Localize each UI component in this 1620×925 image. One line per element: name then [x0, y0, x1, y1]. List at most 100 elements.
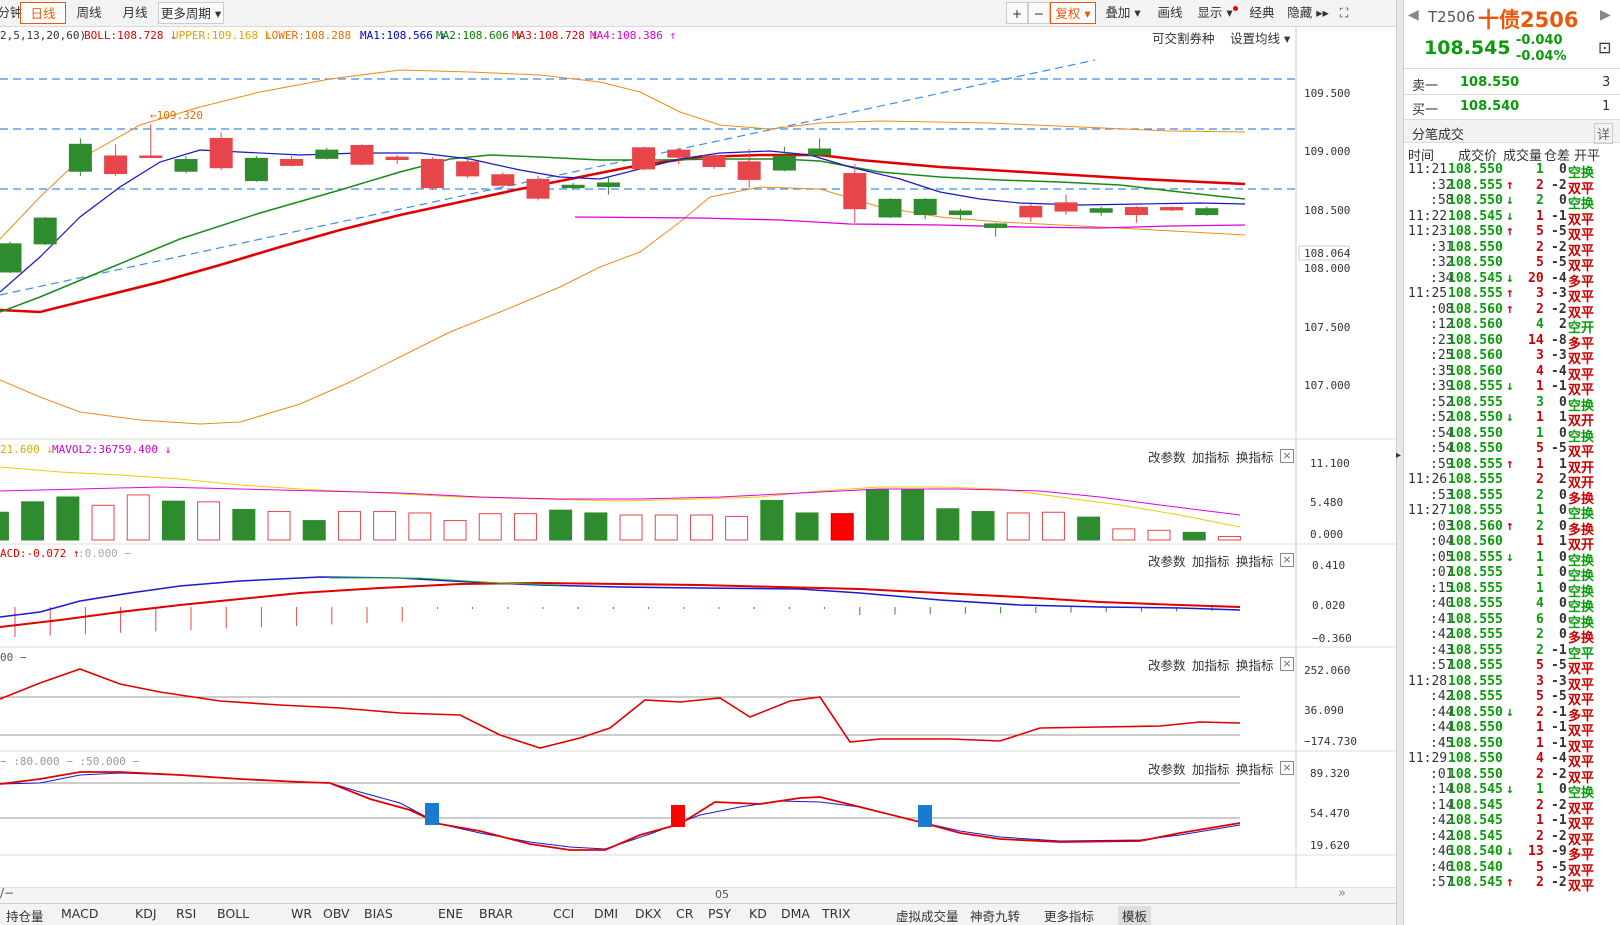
tick-price: 108.550 — [1448, 441, 1503, 456]
toolbar-btn-4[interactable]: 更多周期 ▾ — [158, 2, 224, 24]
indicator-tab-10[interactable]: CCI — [553, 906, 574, 921]
prev-contract-icon[interactable]: ◀ — [1408, 7, 1419, 23]
tick-oi-change: -1 — [1551, 642, 1567, 658]
indicator-tab-21[interactable]: 模板 — [1118, 906, 1152, 925]
tick-volume: 3 — [1536, 673, 1544, 689]
quote-panel: ◀ T2506 十债2506 ▶ 108.545 -0.040 -0.04% ⊡… — [1404, 0, 1620, 925]
add-indicator-button-0[interactable]: 加指标 — [1192, 447, 1230, 466]
indicator-tab-18[interactable]: 虚拟成交量 — [896, 906, 959, 925]
toolbar-btn-11[interactable]: 经典 — [1240, 2, 1284, 24]
indicator-tab-8[interactable]: ENE — [438, 906, 463, 921]
indicator-tab-16[interactable]: DMA — [781, 906, 810, 921]
toolbar-btn-13[interactable]: ⛶ — [1332, 2, 1356, 24]
indicator-tab-3[interactable]: RSI — [176, 906, 196, 921]
indicator-tab-6[interactable]: OBV — [323, 906, 350, 921]
deliverable-bonds-link[interactable]: 可交割券种 — [1152, 28, 1215, 47]
add-indicator-button-3[interactable]: 加指标 — [1192, 759, 1230, 778]
tick-row: :59 108.555 ↑ 1 1 双开 — [1404, 456, 1620, 476]
close-panel-icon-0[interactable]: × — [1280, 449, 1294, 463]
candle-body — [174, 159, 198, 172]
panel-divider[interactable]: ▸ — [1396, 0, 1404, 925]
close-panel-icon-2[interactable]: × — [1280, 657, 1294, 671]
next-contract-icon[interactable]: ▶ — [1600, 7, 1611, 23]
indicator-tab-12[interactable]: DKX — [635, 906, 661, 921]
tick-volume: 1 — [1536, 456, 1544, 472]
switch-indicator-button-0[interactable]: 换指标 — [1236, 447, 1274, 466]
kdj-signal-marker-1 — [671, 805, 685, 827]
tick-price: 108.555 — [1448, 580, 1503, 596]
main-params: 2,5,13,20,60) — [0, 29, 87, 42]
toolbar-btn-8[interactable]: 叠加 ▾ — [1098, 2, 1148, 24]
tick-volume: 1 — [1536, 410, 1544, 425]
volume-bar — [865, 488, 889, 541]
toolbar-btn-5[interactable]: + — [1006, 2, 1028, 24]
candle-body — [843, 173, 867, 210]
contract-name: 十债2506 — [1478, 8, 1579, 32]
switch-indicator-button-2[interactable]: 换指标 — [1236, 655, 1274, 674]
toolbar-btn-6[interactable]: − — [1028, 2, 1050, 24]
scroll-left-icon[interactable]: /− — [0, 886, 14, 900]
tick-row: 11:23 108.550 ↑ 5 -5 双平 — [1404, 224, 1620, 243]
toolbar-btn-7[interactable]: 复权 ▾ — [1050, 2, 1096, 24]
indicator-tab-5[interactable]: WR — [291, 906, 312, 921]
chart-hscroll[interactable]: /− 05 » — [0, 886, 1396, 903]
ticks-detail-button[interactable]: 详 — [1594, 123, 1614, 144]
indicator-tab-20[interactable]: 更多指标 — [1044, 906, 1094, 925]
edit-params-button-0[interactable]: 改参数 — [1148, 447, 1186, 466]
cci-ylabel-0: 252.060 — [1304, 664, 1350, 677]
tick-oi-change: -1 — [1551, 208, 1567, 224]
kline-chart-area[interactable]: 109.500 109.000 108.500 108.000 107.500 107.0… — [0, 27, 1396, 907]
bid-label: 买一 — [1412, 103, 1439, 118]
indicator-tab-17[interactable]: TRIX — [822, 906, 851, 921]
indicator-tab-15[interactable]: KD — [749, 906, 767, 921]
tick-time: 11:27 — [1408, 503, 1448, 518]
indicator-tab-11[interactable]: DMI — [594, 906, 618, 921]
indicator-tab-7[interactable]: BIAS — [364, 906, 393, 921]
switch-indicator-button-3[interactable]: 换指标 — [1236, 759, 1274, 778]
switch-indicator-button-1[interactable]: 换指标 — [1236, 551, 1274, 570]
tick-row: :42 108.545 1 -1 双平 — [1404, 813, 1620, 832]
tick-volume: 2 — [1536, 642, 1544, 658]
edit-params-button-1[interactable]: 改参数 — [1148, 551, 1186, 570]
close-panel-icon-1[interactable]: × — [1280, 553, 1294, 567]
tick-down-arrow-icon: ↓ — [1506, 208, 1514, 224]
toolbar-btn-3[interactable]: 月线 — [112, 2, 158, 24]
ma-settings-button[interactable]: 设置均线 ▾ — [1230, 28, 1290, 47]
macd-ylabel-2: −0.360 — [1312, 632, 1352, 645]
indicator-tab-14[interactable]: PSY — [708, 906, 731, 921]
edit-params-button-3[interactable]: 改参数 — [1148, 759, 1186, 778]
volume-bar — [513, 513, 537, 541]
toolbar-btn-10[interactable]: 显示 ▾ — [1190, 2, 1240, 24]
edit-params-button-2[interactable]: 改参数 — [1148, 655, 1186, 674]
toolbar-btn-9[interactable]: 画线 — [1150, 2, 1190, 24]
tick-volume: 2 — [1536, 239, 1544, 255]
close-panel-icon-3[interactable]: × — [1280, 761, 1294, 775]
indicator-tab-1[interactable]: MACD — [61, 906, 98, 921]
tick-volume: 6 — [1536, 611, 1544, 627]
volume-bar — [830, 513, 854, 541]
tick-price: 108.555 — [1448, 394, 1503, 410]
indicator-tab-19[interactable]: 神奇九转 — [970, 906, 1020, 925]
chart-canvas[interactable]: 109.500 109.000 108.500 108.000 107.500 107.0… — [0, 27, 1396, 907]
expand-icon[interactable]: ⊡ — [1598, 38, 1611, 57]
volume-bar — [725, 515, 749, 541]
indicator-tab-13[interactable]: CR — [676, 906, 693, 921]
indicator-tab-2[interactable]: KDJ — [135, 906, 157, 921]
toolbar-btn-2[interactable]: 周线 — [66, 2, 112, 24]
toolbar-btn-1[interactable]: 日线 — [20, 2, 66, 24]
candle-body — [667, 149, 691, 158]
add-indicator-button-2[interactable]: 加指标 — [1192, 655, 1230, 674]
indicator-tab-0[interactable]: 持仓量 — [6, 906, 44, 925]
add-indicator-button-1[interactable]: 加指标 — [1192, 551, 1230, 570]
vol-ylabel-0: 11.100 — [1310, 457, 1350, 470]
volume-bar — [373, 511, 397, 541]
volume-bar — [478, 513, 502, 541]
indicator-tab-9[interactable]: BRAR — [479, 906, 513, 921]
scroll-right-icon[interactable]: » — [1338, 886, 1346, 901]
tick-row: :31 108.550 2 -2 双平 — [1404, 239, 1620, 259]
collapse-arrow-icon[interactable]: ▸ — [1396, 450, 1401, 461]
ma4-line — [574, 216, 1246, 229]
indicator-tab-4[interactable]: BOLL — [217, 906, 249, 921]
main-ylabel-0: 109.500 — [1304, 87, 1350, 100]
toolbar-btn-12[interactable]: 隐藏 ▸▸ — [1284, 2, 1332, 24]
